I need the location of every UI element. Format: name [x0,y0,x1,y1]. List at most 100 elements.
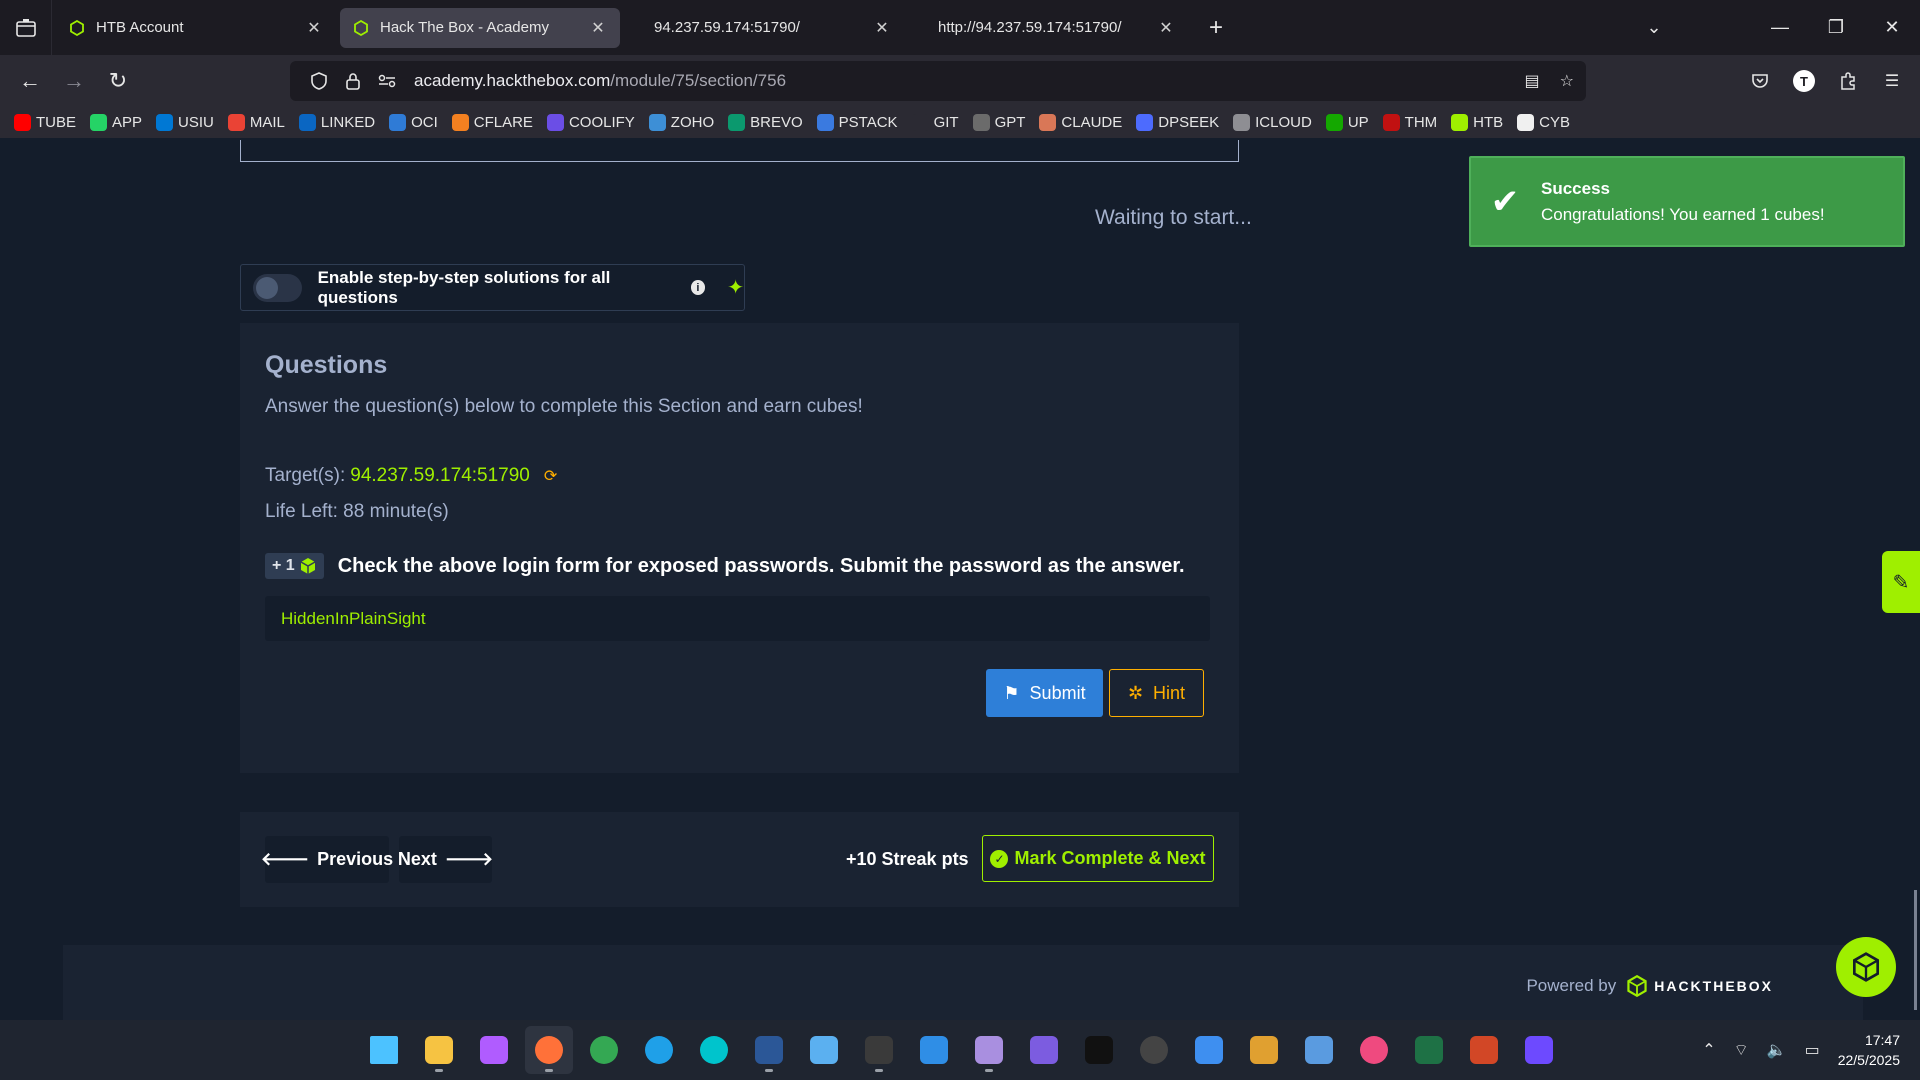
close-icon[interactable]: ✕ [304,18,324,38]
volume-icon[interactable]: 🔈 [1767,1040,1787,1060]
bookmark-git[interactable]: GIT [911,114,959,131]
taskbar-powerpoint-button[interactable] [1460,1026,1508,1074]
bookmark-cflare[interactable]: CFLARE [451,114,533,131]
htb-assistant-button[interactable] [1836,937,1896,997]
bookmark-coolify[interactable]: COOLIFY [546,114,635,131]
bookmark-claude[interactable]: CLAUDE [1039,114,1122,131]
taskbar-mail-button[interactable] [1295,1026,1343,1074]
taskbar-terminal-button[interactable] [855,1026,903,1074]
battery-icon[interactable]: ▭ [1805,1040,1820,1060]
bookmark-favicon-icon [1136,114,1154,131]
bookmark-app[interactable]: APP [90,114,142,131]
taskbar-windows-start-button[interactable] [360,1026,408,1074]
bookmark-zoho[interactable]: ZOHO [648,114,714,131]
bookmark-label: THM [1404,114,1438,131]
extensions-icon[interactable] [1830,63,1866,99]
tab-list-button[interactable] [0,0,52,55]
notes-side-tab[interactable]: ✎ [1882,551,1920,613]
url-bar[interactable]: academy.hackthebox.com/module/75/section… [290,61,1586,101]
url-text[interactable]: academy.hackthebox.com/module/75/section… [414,71,786,91]
scrollbar-thumb[interactable] [1914,890,1917,1010]
bookmark-usiu[interactable]: USIU [156,114,214,131]
menu-icon[interactable]: ☰ [1874,63,1910,99]
submit-button[interactable]: ⚑ Submit [986,669,1103,717]
taskbar-todo-button[interactable] [1240,1026,1288,1074]
close-icon[interactable]: ✕ [1156,18,1176,38]
close-icon[interactable]: ✕ [588,18,608,38]
flag-icon: ⚑ [1003,682,1020,703]
permissions-icon[interactable] [370,74,404,88]
htb-logo[interactable]: HACKTHEBOX [1626,975,1773,997]
reader-view-icon[interactable]: ▤ [1525,71,1540,91]
bookmark-label: OCI [411,114,438,131]
bookmark-dpseek[interactable]: DPSEEK [1136,114,1219,131]
bookmark-oci[interactable]: OCI [389,114,438,131]
questions-description: Answer the question(s) below to complete… [265,396,863,417]
copilot-icon [480,1036,508,1064]
back-button[interactable]: ← [8,59,52,103]
bookmark-gpt[interactable]: GPT [972,114,1025,131]
taskbar-notepad-button[interactable] [800,1026,848,1074]
taskbar-app-purple-button[interactable] [965,1026,1013,1074]
info-icon[interactable]: i [690,280,706,295]
taskbar-obsidian-button[interactable] [1020,1026,1068,1074]
tab-hack-the-box-academy[interactable]: Hack The Box - Academy ✕ [340,7,620,48]
refresh-icon[interactable]: ⟳ [544,466,557,486]
next-button[interactable]: Next 🡒 [398,836,493,883]
bookmark-mail[interactable]: MAIL [227,114,285,131]
clock[interactable]: 17:47 22/5/2025 [1838,1030,1900,1070]
bookmark-thm[interactable]: THM [1382,114,1438,131]
taskbar-obs-button[interactable] [1130,1026,1178,1074]
new-tab-button[interactable]: + [1198,10,1234,46]
answer-input[interactable] [265,596,1210,641]
taskbar-canva-button[interactable] [690,1026,738,1074]
restore-icon[interactable]: ❐ [1808,17,1864,38]
taskbar-vscode-button[interactable] [910,1026,958,1074]
chevron-up-icon[interactable]: ⌃ [1702,1040,1715,1060]
bookmark-tube[interactable]: TUBE [14,114,76,131]
bookmark-star-icon[interactable]: ☆ [1560,71,1574,91]
account-avatar-icon[interactable]: T [1786,63,1822,99]
taskbar-excel-button[interactable] [1405,1026,1453,1074]
bookmark-cyb[interactable]: CYB [1517,114,1570,131]
browser-nav-bar: ← → ↻ academy.hackthebox.com/module/75/s… [0,55,1920,107]
taskbar-capcut-button[interactable] [1075,1026,1123,1074]
tab-target-ip[interactable]: 94.237.59.174:51790/ ✕ [624,8,904,48]
bookmark-linked[interactable]: LINKED [298,114,375,131]
close-icon[interactable]: ✕ [872,18,892,38]
taskbar-word-button[interactable] [745,1026,793,1074]
forward-button[interactable]: → [52,59,96,103]
taskbar-ms-store-button[interactable] [1185,1026,1233,1074]
taskbar-copilot-button[interactable] [470,1026,518,1074]
pocket-icon[interactable] [1742,63,1778,99]
hint-button[interactable]: ✲ Hint [1109,669,1204,717]
windows-taskbar: ⌃ ⌔ 🔈 ▭ 17:47 22/5/2025 [0,1020,1920,1080]
target-ip[interactable]: 94.237.59.174:51790 [350,465,530,487]
step-solutions-switch[interactable] [253,273,302,302]
bookmark-icloud[interactable]: ICLOUD [1233,114,1312,131]
minimize-icon[interactable]: — [1752,17,1808,38]
windows-start-icon [370,1036,398,1064]
bookmark-htb[interactable]: HTB [1451,114,1503,131]
shield-icon[interactable] [302,72,336,90]
bookmarks-bar: TUBE APP USIU MAIL LINKED OCI CFLARE COOLIFY ZOH… [0,107,1920,139]
lock-icon[interactable] [336,72,370,90]
taskbar-firefox-button[interactable] [525,1026,573,1074]
bookmark-pstack[interactable]: PSTACK [816,114,898,131]
tab-htb-account[interactable]: HTB Account ✕ [56,8,336,48]
window-close-icon[interactable]: ✕ [1864,17,1920,38]
tab-overflow-chevron-icon[interactable]: ⌄ [1626,17,1682,38]
taskbar-chrome-button[interactable] [580,1026,628,1074]
wifi-icon[interactable]: ⌔ [1734,1040,1749,1060]
taskbar-proton-vpn-button[interactable] [1515,1026,1563,1074]
success-toast[interactable]: ✔ Success Congratulations! You earned 1 … [1469,156,1905,247]
bookmark-up[interactable]: UP [1325,114,1369,131]
tab-target-url[interactable]: http://94.237.59.174:51790/ ✕ [908,8,1188,48]
mark-complete-next-button[interactable]: ✓ Mark Complete & Next [982,835,1214,882]
taskbar-edge-button[interactable] [635,1026,683,1074]
bookmark-brevo[interactable]: BREVO [728,114,803,131]
taskbar-itunes-button[interactable] [1350,1026,1398,1074]
reload-button[interactable]: ↻ [96,59,140,103]
taskbar-file-explorer-button[interactable] [415,1026,463,1074]
previous-button[interactable]: 🡐 Previous [261,836,393,883]
